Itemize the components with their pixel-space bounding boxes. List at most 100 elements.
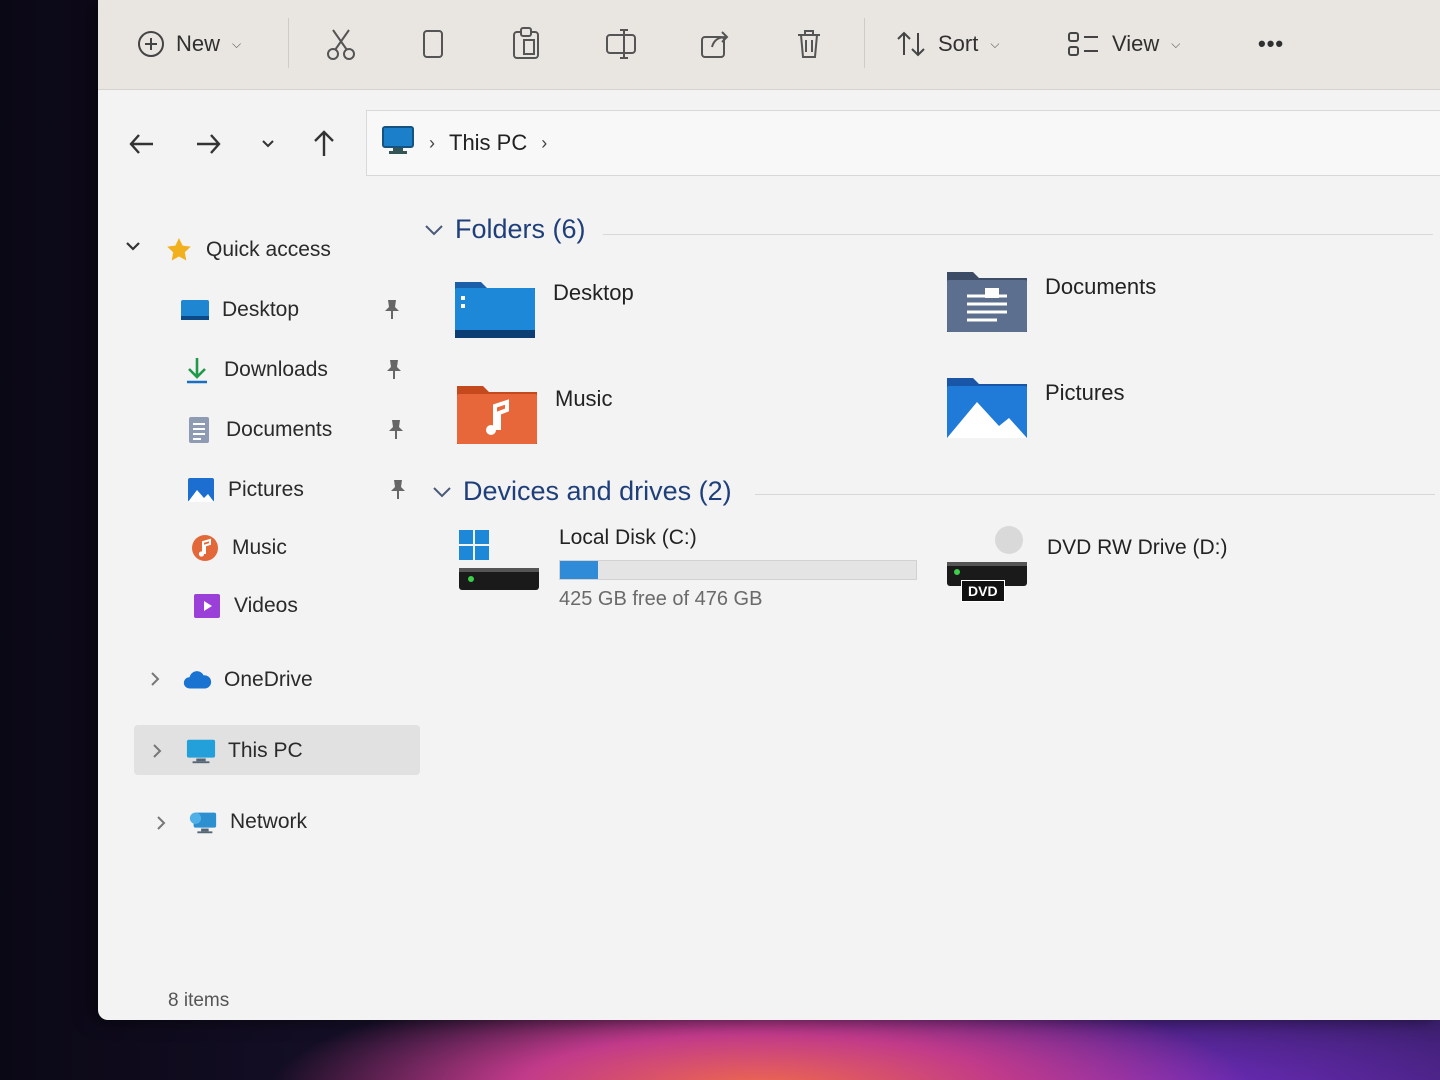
sidebar-item-this-pc[interactable]: This PC <box>186 725 303 777</box>
navigation-bar: › This PC › <box>98 96 1440 186</box>
drive-tile-c[interactable]: Local Disk (C:) 425 GB free of 476 GB <box>457 526 917 611</box>
picture-icon <box>186 475 216 505</box>
section-divider <box>755 494 1435 495</box>
trash-icon <box>794 27 824 61</box>
pictures-folder-icon <box>945 374 1029 445</box>
sidebar-item-label: This PC <box>228 739 303 762</box>
cloud-icon <box>182 665 212 695</box>
sidebar-item-desktop[interactable]: Desktop <box>180 284 402 336</box>
copy-button[interactable] <box>420 14 448 74</box>
drives-section-header[interactable]: Devices and drives (2) <box>431 476 732 507</box>
chevron-right-icon[interactable] <box>150 742 164 765</box>
forward-button[interactable] <box>188 126 228 166</box>
sidebar-item-music[interactable]: Music <box>190 522 287 574</box>
sidebar-item-label: Music <box>232 536 287 559</box>
up-button[interactable] <box>304 126 344 166</box>
chevron-right-icon[interactable] <box>154 814 168 837</box>
sidebar-item-videos[interactable]: Videos <box>192 580 298 632</box>
sidebar-item-label: OneDrive <box>224 668 313 691</box>
drive-info: DVD RW Drive (D:) <box>1047 526 1227 560</box>
sidebar-item-label: Network <box>230 810 308 833</box>
download-arrow-icon <box>182 355 212 385</box>
drive-tile-d[interactable]: DVD DVD RW Drive (D:) <box>945 526 1227 602</box>
toolbar-divider <box>864 18 865 68</box>
copy-icon <box>420 27 448 61</box>
network-icon <box>188 807 218 837</box>
file-explorer-window: New ⌵ Sort ⌵ View ⌵ ••• › This PC › Quic… <box>98 0 1440 1020</box>
chevron-down-icon[interactable] <box>124 238 142 259</box>
folders-section-title: Folders (6) <box>455 214 586 244</box>
folder-tile-documents[interactable]: Documents <box>945 268 1156 339</box>
new-button[interactable]: New ⌵ <box>136 14 241 74</box>
arrow-right-icon <box>193 131 223 162</box>
folder-label: Desktop <box>553 280 634 305</box>
view-button[interactable]: View ⌵ <box>1066 14 1180 74</box>
pin-icon[interactable] <box>386 418 406 446</box>
local-disk-icon <box>457 526 541 599</box>
more-options-button[interactable]: ••• <box>1258 14 1284 74</box>
folders-section-header[interactable]: Folders (6) <box>423 214 586 245</box>
sidebar-item-pictures[interactable]: Pictures <box>186 464 408 516</box>
folder-tile-pictures[interactable]: Pictures <box>945 374 1124 445</box>
drive-info: Local Disk (C:) 425 GB free of 476 GB <box>559 526 917 611</box>
drives-section-title: Devices and drives (2) <box>463 476 732 506</box>
address-bar[interactable]: › This PC › <box>366 110 1440 176</box>
sidebar-item-label: Pictures <box>228 478 304 501</box>
sidebar-item-label: Quick access <box>206 238 331 261</box>
chevron-down-icon: ⌵ <box>1171 36 1181 51</box>
sidebar-item-network[interactable]: Network <box>188 796 307 848</box>
music-note-icon <box>190 533 220 563</box>
sidebar-item-quick-access[interactable]: Quick access <box>164 224 331 276</box>
folder-label: Music <box>555 386 613 411</box>
drive-free-space: 425 GB free of 476 GB <box>559 588 763 610</box>
sort-label: Sort <box>938 31 979 56</box>
drive-name: DVD RW Drive (D:) <box>1047 536 1228 559</box>
scissors-icon <box>324 26 358 62</box>
sidebar-item-label: Desktop <box>222 298 300 321</box>
breadcrumb-this-pc[interactable]: This PC <box>449 130 527 156</box>
command-bar: New ⌵ Sort ⌵ View ⌵ ••• <box>98 0 1440 90</box>
folder-tile-music[interactable]: Music <box>455 380 612 451</box>
desktop-folder-icon <box>453 274 537 345</box>
pin-icon[interactable] <box>384 358 404 386</box>
sidebar-item-documents[interactable]: Documents <box>184 404 406 456</box>
folder-label: Documents <box>1045 274 1157 299</box>
status-bar-item-count: 8 items <box>168 990 230 1011</box>
back-button[interactable] <box>122 126 162 166</box>
cut-button[interactable] <box>324 14 358 74</box>
sort-button[interactable]: Sort ⌵ <box>894 14 999 74</box>
clipboard-icon <box>510 26 542 62</box>
delete-button[interactable] <box>794 14 824 74</box>
recent-locations-button[interactable] <box>248 126 288 166</box>
folder-tile-desktop[interactable]: Desktop <box>453 274 634 345</box>
navigation-pane: Quick access Desktop Downloads Documents… <box>98 200 423 1000</box>
sidebar-item-downloads[interactable]: Downloads <box>182 344 404 396</box>
monitor-icon <box>186 736 216 766</box>
section-divider <box>603 234 1433 235</box>
chevron-down-icon: ⌵ <box>232 36 242 51</box>
chevron-down-icon: ⌵ <box>990 36 1000 51</box>
music-folder-icon <box>455 380 539 451</box>
sidebar-item-onedrive[interactable]: OneDrive <box>182 654 313 706</box>
breadcrumb-chevron-icon[interactable]: › <box>541 133 547 154</box>
sidebar-item-label: Downloads <box>224 358 328 381</box>
chevron-right-icon[interactable] <box>148 670 162 693</box>
breadcrumb-separator: › <box>429 132 435 153</box>
sort-arrows-icon <box>894 29 928 59</box>
drive-name: Local Disk (C:) <box>559 526 697 549</box>
pin-icon[interactable] <box>388 478 408 506</box>
rename-icon <box>604 27 638 61</box>
rename-button[interactable] <box>604 14 638 74</box>
dvd-drive-icon: DVD <box>945 526 1029 602</box>
dvd-badge: DVD <box>961 580 1005 602</box>
arrow-left-icon <box>127 131 157 162</box>
pin-icon[interactable] <box>382 298 402 326</box>
view-label: View <box>1112 31 1160 56</box>
chevron-down-icon <box>260 137 276 155</box>
share-button[interactable] <box>698 14 732 74</box>
video-icon <box>192 591 222 621</box>
paste-button[interactable] <box>510 14 542 74</box>
drive-usage-bar <box>559 560 917 580</box>
drive-usage-fill <box>560 561 599 579</box>
desktop-icon <box>180 295 210 325</box>
